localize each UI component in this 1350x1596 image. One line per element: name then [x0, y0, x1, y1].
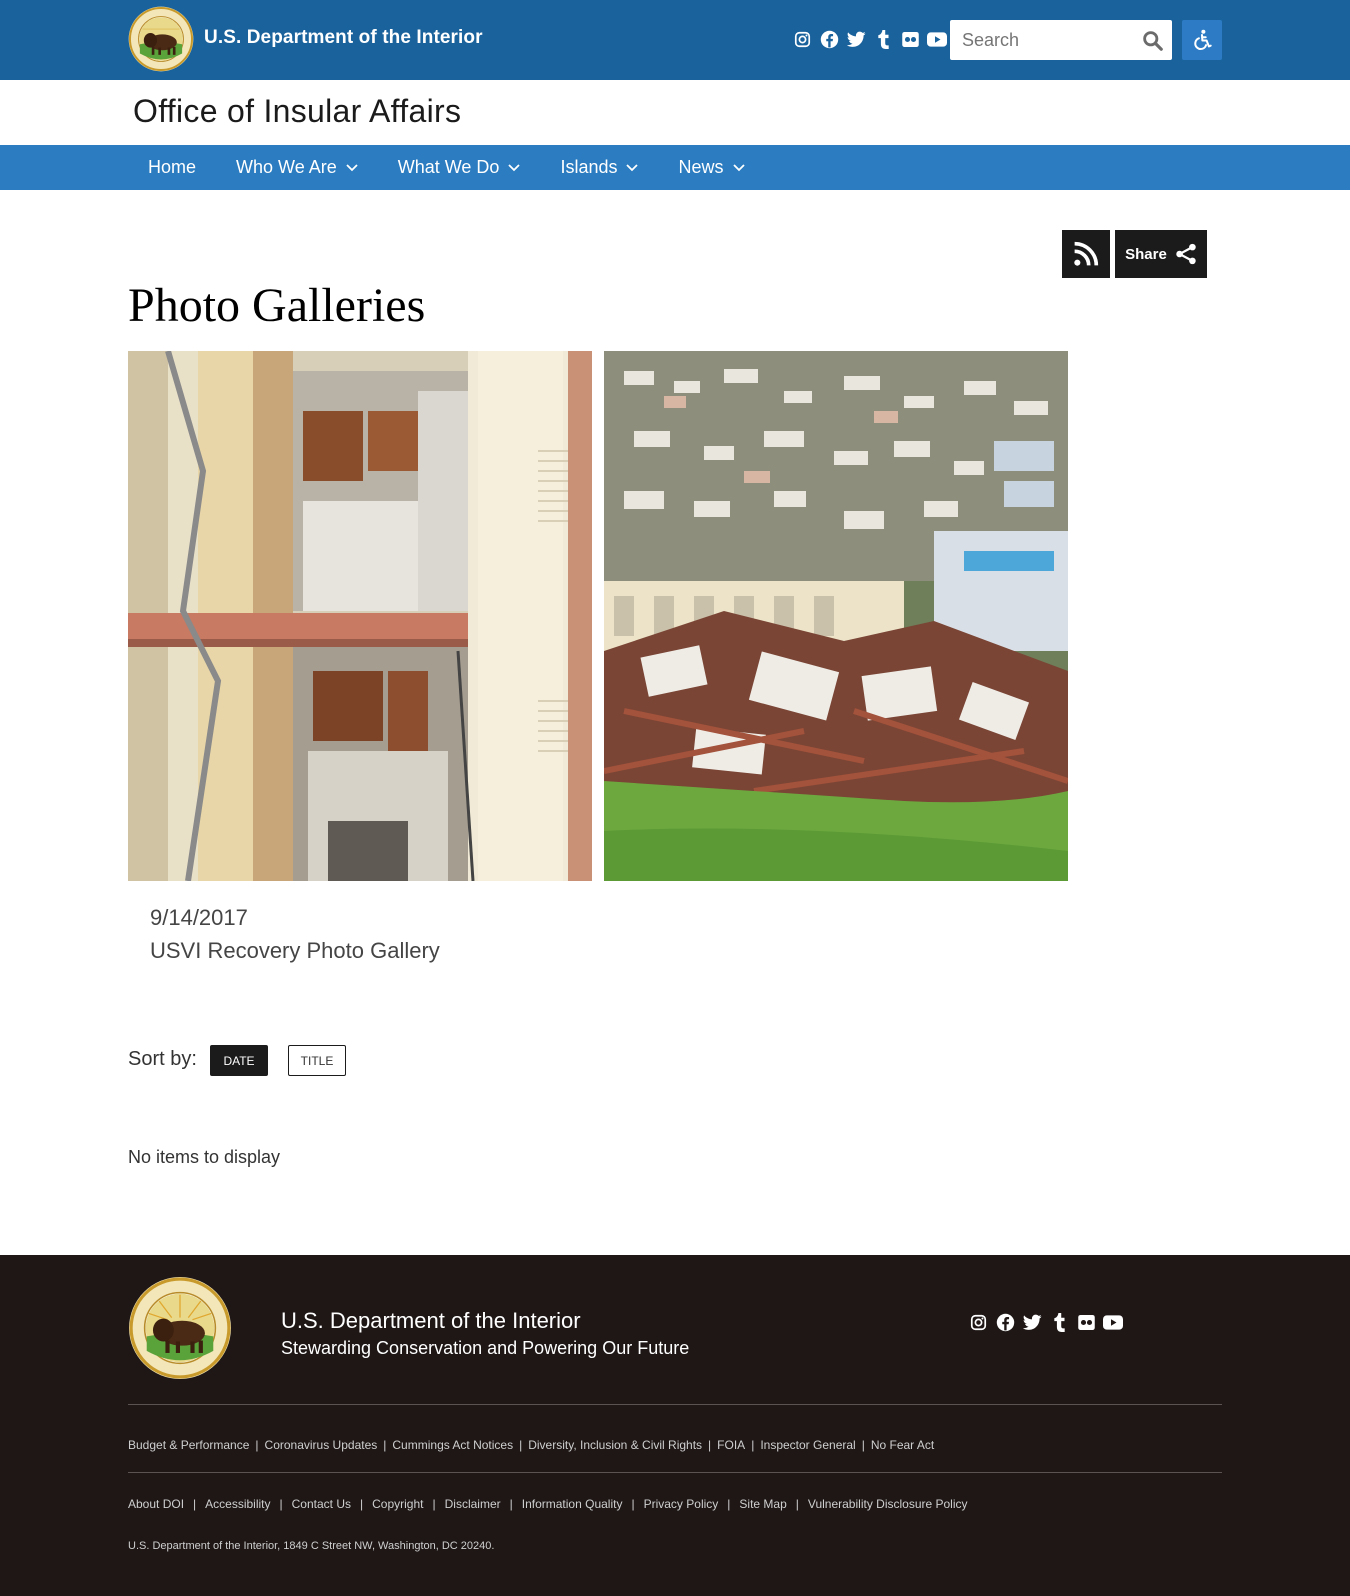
instagram-icon[interactable] — [968, 1312, 988, 1332]
footer-divider — [128, 1404, 1222, 1405]
footer-link-no-fear-act[interactable]: No Fear Act — [871, 1438, 934, 1452]
link-separator: | — [432, 1497, 436, 1511]
gallery-photo-damaged-building[interactable] — [128, 351, 592, 881]
instagram-icon[interactable] — [792, 29, 812, 49]
youtube-icon[interactable] — [927, 29, 947, 49]
footer-link-foia[interactable]: FOIA — [717, 1438, 745, 1452]
share-button[interactable]: Share — [1115, 230, 1207, 278]
search-box — [950, 20, 1172, 60]
flickr-icon[interactable] — [900, 29, 920, 49]
nav-what-we-do[interactable]: What We Do — [378, 145, 541, 190]
search-icon[interactable] — [1140, 28, 1164, 52]
footer-link-diversity[interactable]: Diversity, Inclusion & Civil Rights — [528, 1438, 702, 1452]
link-separator: | — [708, 1438, 712, 1452]
sort-label: Sort by: — [128, 1048, 197, 1070]
footer-link-site-map[interactable]: Site Map — [739, 1497, 786, 1511]
nav-who-we-are[interactable]: Who We Are — [216, 145, 378, 190]
nav-who-we-are-label: Who We Are — [236, 157, 337, 177]
agency-title[interactable]: U.S. Department of the Interior — [204, 27, 483, 49]
twitter-icon[interactable] — [846, 29, 866, 49]
footer-link-copyright[interactable]: Copyright — [372, 1497, 423, 1511]
link-separator: | — [519, 1438, 523, 1452]
nav-news-label: News — [678, 157, 724, 177]
link-separator: | — [360, 1497, 364, 1511]
footer-divider — [128, 1472, 1222, 1473]
facebook-icon[interactable] — [995, 1312, 1015, 1332]
link-separator: | — [861, 1438, 865, 1452]
footer-address: U.S. Department of the Interior, 1849 C … — [128, 1540, 495, 1552]
share-icon — [1176, 243, 1196, 265]
link-separator: | — [509, 1497, 513, 1511]
link-separator: | — [279, 1497, 283, 1511]
footer-link-contact-us[interactable]: Contact Us — [292, 1497, 351, 1511]
doi-seal-logo[interactable] — [128, 6, 194, 72]
gallery-card[interactable] — [128, 351, 1068, 881]
link-separator: | — [631, 1497, 635, 1511]
tumblr-icon[interactable] — [873, 29, 893, 49]
link-separator: | — [727, 1497, 731, 1511]
doi-seal-footer[interactable] — [128, 1276, 232, 1380]
nav-islands-label: Islands — [560, 157, 618, 177]
footer-agency-name: U.S. Department of the Interior — [281, 1308, 581, 1333]
sort-by-date-button[interactable]: DATE — [210, 1045, 268, 1076]
footer-link-disclaimer[interactable]: Disclaimer — [445, 1497, 501, 1511]
link-separator: | — [383, 1438, 387, 1452]
footer-links-primary: Budget & Performance | Coronavirus Update… — [128, 1438, 934, 1452]
gallery-title-link[interactable]: USVI Recovery Photo Gallery — [150, 938, 440, 964]
link-separator: | — [193, 1497, 197, 1511]
footer-link-information-quality[interactable]: Information Quality — [522, 1497, 623, 1511]
flickr-icon[interactable] — [1076, 1312, 1096, 1332]
chevron-down-icon — [508, 163, 521, 171]
social-links-footer — [968, 1312, 1123, 1332]
gallery-date: 9/14/2017 — [150, 905, 248, 930]
gallery-photo-hillside-debris[interactable] — [604, 351, 1068, 881]
footer-link-privacy-policy[interactable]: Privacy Policy — [644, 1497, 719, 1511]
accessibility-icon — [1194, 29, 1212, 50]
social-links-header — [792, 29, 947, 49]
accessibility-button[interactable] — [1182, 20, 1222, 60]
footer-link-vulnerability-disclosure[interactable]: Vulnerability Disclosure Policy — [808, 1497, 968, 1511]
link-separator: | — [751, 1438, 755, 1452]
nav-islands[interactable]: Islands — [540, 145, 658, 190]
search-input[interactable] — [950, 20, 1130, 60]
tumblr-icon[interactable] — [1049, 1312, 1069, 1332]
office-title[interactable]: Office of Insular Affairs — [133, 93, 461, 130]
facebook-icon[interactable] — [819, 29, 839, 49]
share-label: Share — [1125, 245, 1167, 263]
chevron-down-icon — [626, 163, 639, 171]
twitter-icon[interactable] — [1022, 1312, 1042, 1332]
footer-link-cummings-act[interactable]: Cummings Act Notices — [392, 1438, 513, 1452]
nav-home-label: Home — [148, 157, 197, 177]
chevron-down-icon — [732, 163, 745, 171]
youtube-icon[interactable] — [1103, 1312, 1123, 1332]
footer-link-budget-performance[interactable]: Budget & Performance — [128, 1438, 249, 1452]
page-title: Photo Galleries — [128, 279, 426, 332]
nav-what-we-do-label: What We Do — [397, 157, 500, 177]
link-separator: | — [795, 1497, 799, 1511]
footer-link-accessibility[interactable]: Accessibility — [205, 1497, 270, 1511]
empty-results-message: No items to display — [128, 1147, 281, 1167]
footer-link-coronavirus-updates[interactable]: Coronavirus Updates — [265, 1438, 378, 1452]
link-separator: | — [255, 1438, 259, 1452]
footer-link-inspector-general[interactable]: Inspector General — [760, 1438, 855, 1452]
chevron-down-icon — [346, 163, 358, 171]
footer-links-secondary: About DOI | Accessibility | Contact Us | Co… — [128, 1497, 968, 1511]
sort-by-title-button[interactable]: TITLE — [288, 1045, 346, 1076]
rss-icon — [1074, 241, 1099, 266]
footer-tagline: Stewarding Conservation and Powering Our… — [281, 1338, 690, 1358]
nav-news[interactable]: News — [658, 145, 764, 190]
nav-home[interactable]: Home — [128, 145, 216, 190]
main-nav: Home Who We Are What We Do Islands News — [0, 145, 1350, 190]
rss-button[interactable] — [1062, 230, 1110, 278]
footer-link-about-doi[interactable]: About DOI — [128, 1497, 184, 1511]
